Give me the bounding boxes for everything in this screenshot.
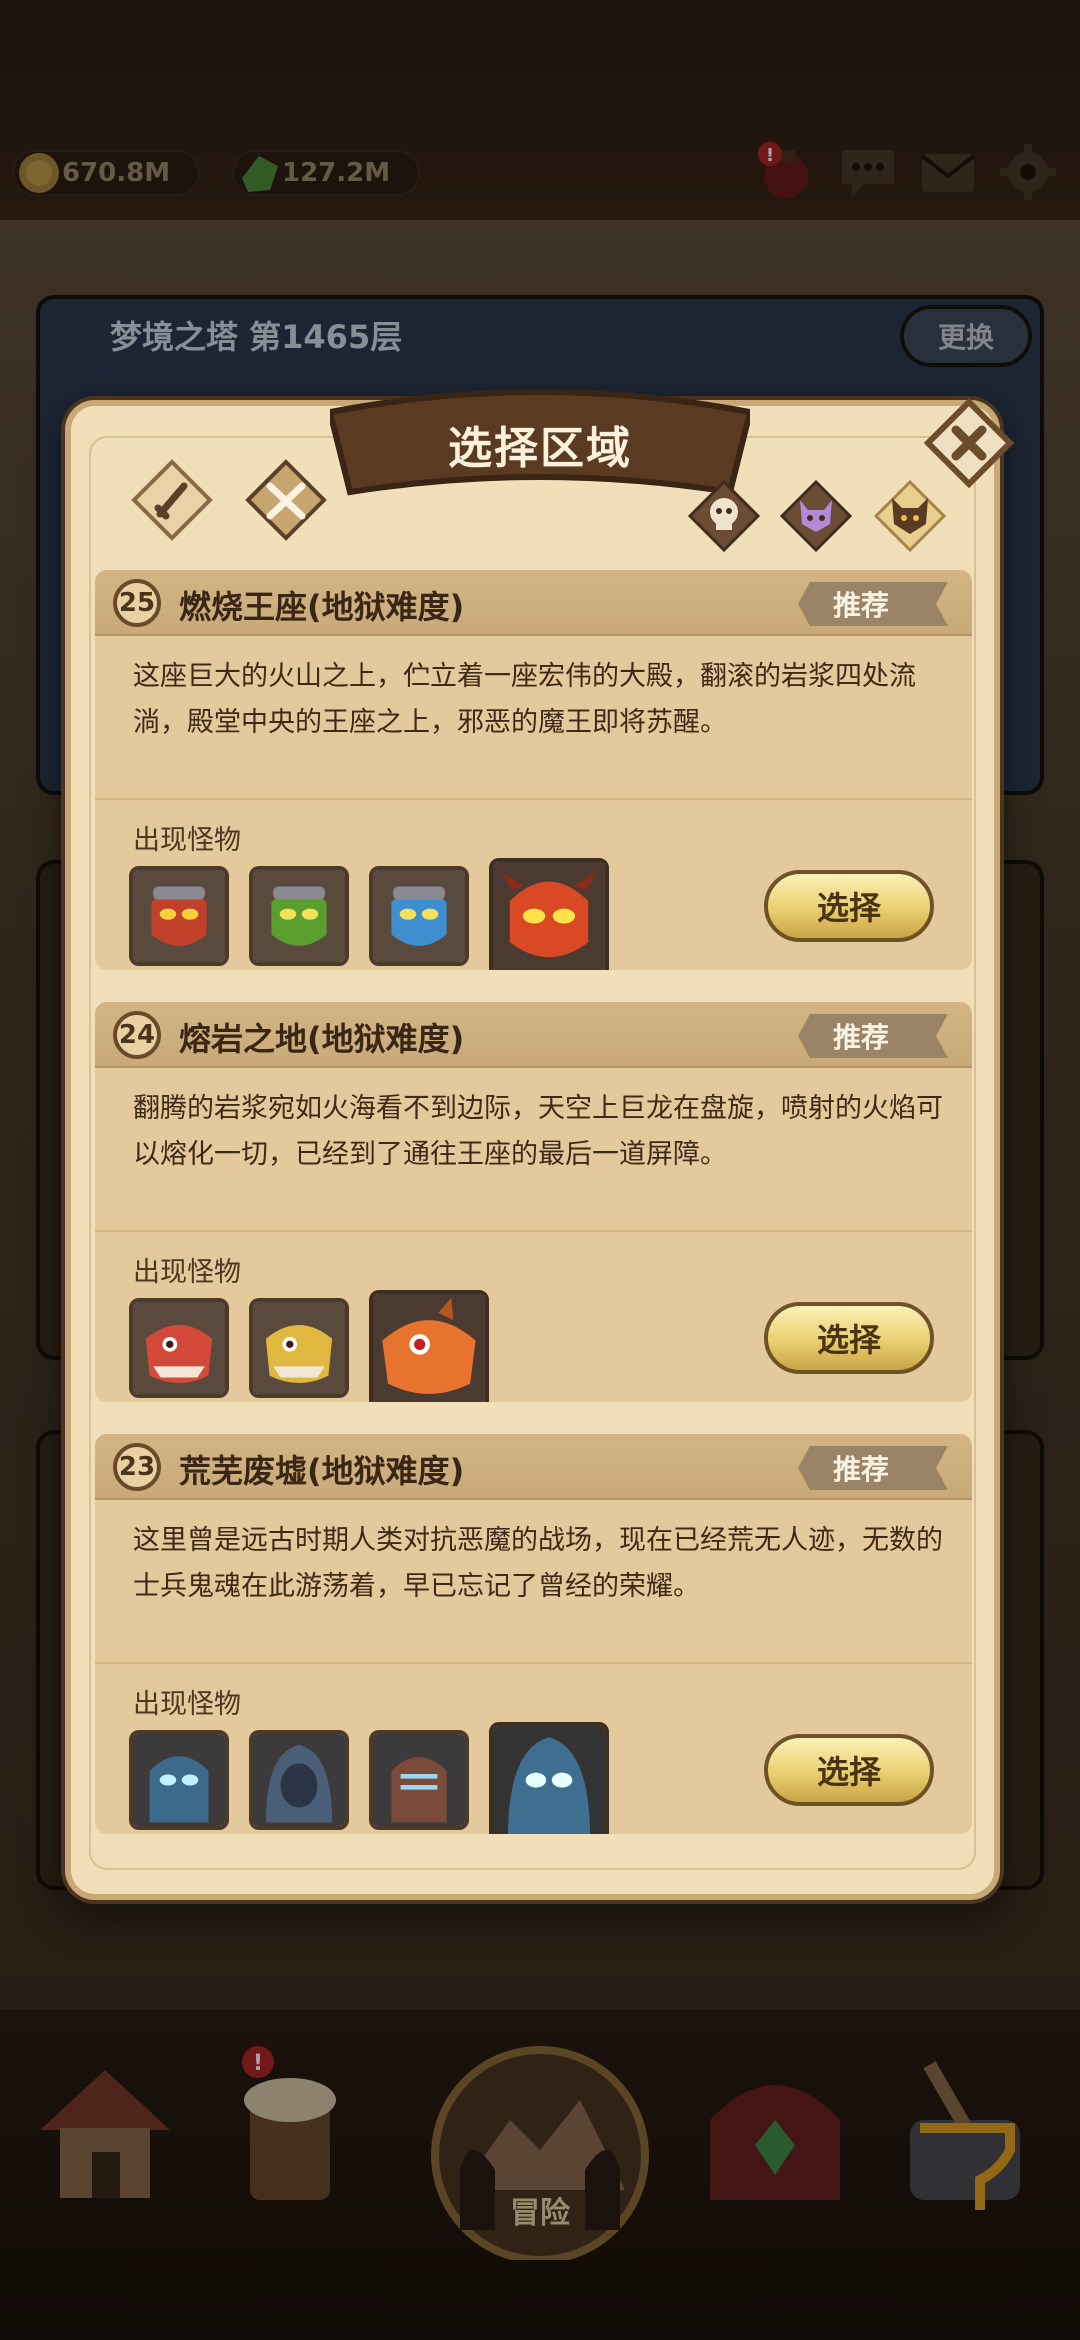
zone-header: 25 燃烧王座(地狱难度) 推荐	[95, 570, 972, 636]
close-button[interactable]	[924, 398, 1014, 488]
zone-name: 荒芜废墟(地狱难度)	[179, 1452, 465, 1490]
red-demon-monster-icon[interactable]	[129, 866, 229, 966]
monsters-label: 出现怪物	[133, 1689, 241, 1720]
blue-demon-monster-icon[interactable]	[369, 866, 469, 966]
zone-card: 24 熔岩之地(地狱难度) 推荐 翻腾的岩浆宛如火海看不到边际，天空上巨龙在盘旋…	[95, 1002, 972, 1402]
zone-description: 这里曾是远古时期人类对抗恶魔的战场，现在已经荒无人迹，无数的士兵鬼魂在此游荡着，…	[133, 1525, 943, 1602]
recommended-tag: 推荐	[798, 1446, 948, 1490]
zone-name: 熔岩之地(地狱难度)	[179, 1020, 465, 1058]
demon-king-boss-icon[interactable]	[489, 858, 609, 970]
monsters-label: 出现怪物	[133, 825, 241, 856]
skull-difficulty-icon[interactable]	[688, 480, 760, 552]
sword-tab-icon[interactable]	[130, 458, 214, 542]
select-button[interactable]: 选择	[764, 1734, 934, 1806]
recommended-tag: 推荐	[798, 1014, 948, 1058]
red-dragon-monster-icon[interactable]	[129, 1298, 229, 1398]
divider	[95, 1662, 972, 1664]
level-badge: 23	[113, 1443, 161, 1491]
level-badge: 24	[113, 1011, 161, 1059]
ghost-lord-boss-icon[interactable]	[489, 1722, 609, 1834]
orange-dragon-boss-icon[interactable]	[369, 1290, 489, 1402]
zone-card: 25 燃烧王座(地狱难度) 推荐 这座巨大的火山之上，伫立着一座宏伟的大殿，翻滚…	[95, 570, 972, 970]
zone-header: 23 荒芜废墟(地狱难度) 推荐	[95, 1434, 972, 1500]
select-button[interactable]: 选择	[764, 1302, 934, 1374]
ghost-soldier-monster-icon[interactable]	[129, 1730, 229, 1830]
zone-description: 这座巨大的火山之上，伫立着一座宏伟的大殿，翻滚的岩浆四处流淌，殿堂中央的王座之上…	[133, 661, 916, 738]
zone-description: 翻腾的岩浆宛如火海看不到边际，天空上巨龙在盘旋，喷射的火焰可以熔化一切，已经到了…	[133, 1093, 943, 1170]
crossed-swords-tab-icon[interactable]	[244, 458, 328, 542]
hooded-ghost-monster-icon[interactable]	[249, 1730, 349, 1830]
monsters-label: 出现怪物	[133, 1257, 241, 1288]
green-demon-monster-icon[interactable]	[249, 866, 349, 966]
yellow-dragon-monster-icon[interactable]	[249, 1298, 349, 1398]
ghost-knight-monster-icon[interactable]	[369, 1730, 469, 1830]
demon-skull-difficulty-icon[interactable]	[780, 480, 852, 552]
hell-demon-difficulty-icon[interactable]	[874, 480, 946, 552]
select-button[interactable]: 选择	[764, 870, 934, 942]
zone-header: 24 熔岩之地(地狱难度) 推荐	[95, 1002, 972, 1068]
divider	[95, 798, 972, 800]
level-badge: 25	[113, 579, 161, 627]
zone-card: 23 荒芜废墟(地狱难度) 推荐 这里曾是远古时期人类对抗恶魔的战场，现在已经荒…	[95, 1434, 972, 1834]
zone-name: 燃烧王座(地狱难度)	[179, 588, 465, 626]
recommended-tag: 推荐	[798, 582, 948, 626]
divider	[95, 1230, 972, 1232]
dialog-title: 选择区域	[448, 423, 632, 474]
